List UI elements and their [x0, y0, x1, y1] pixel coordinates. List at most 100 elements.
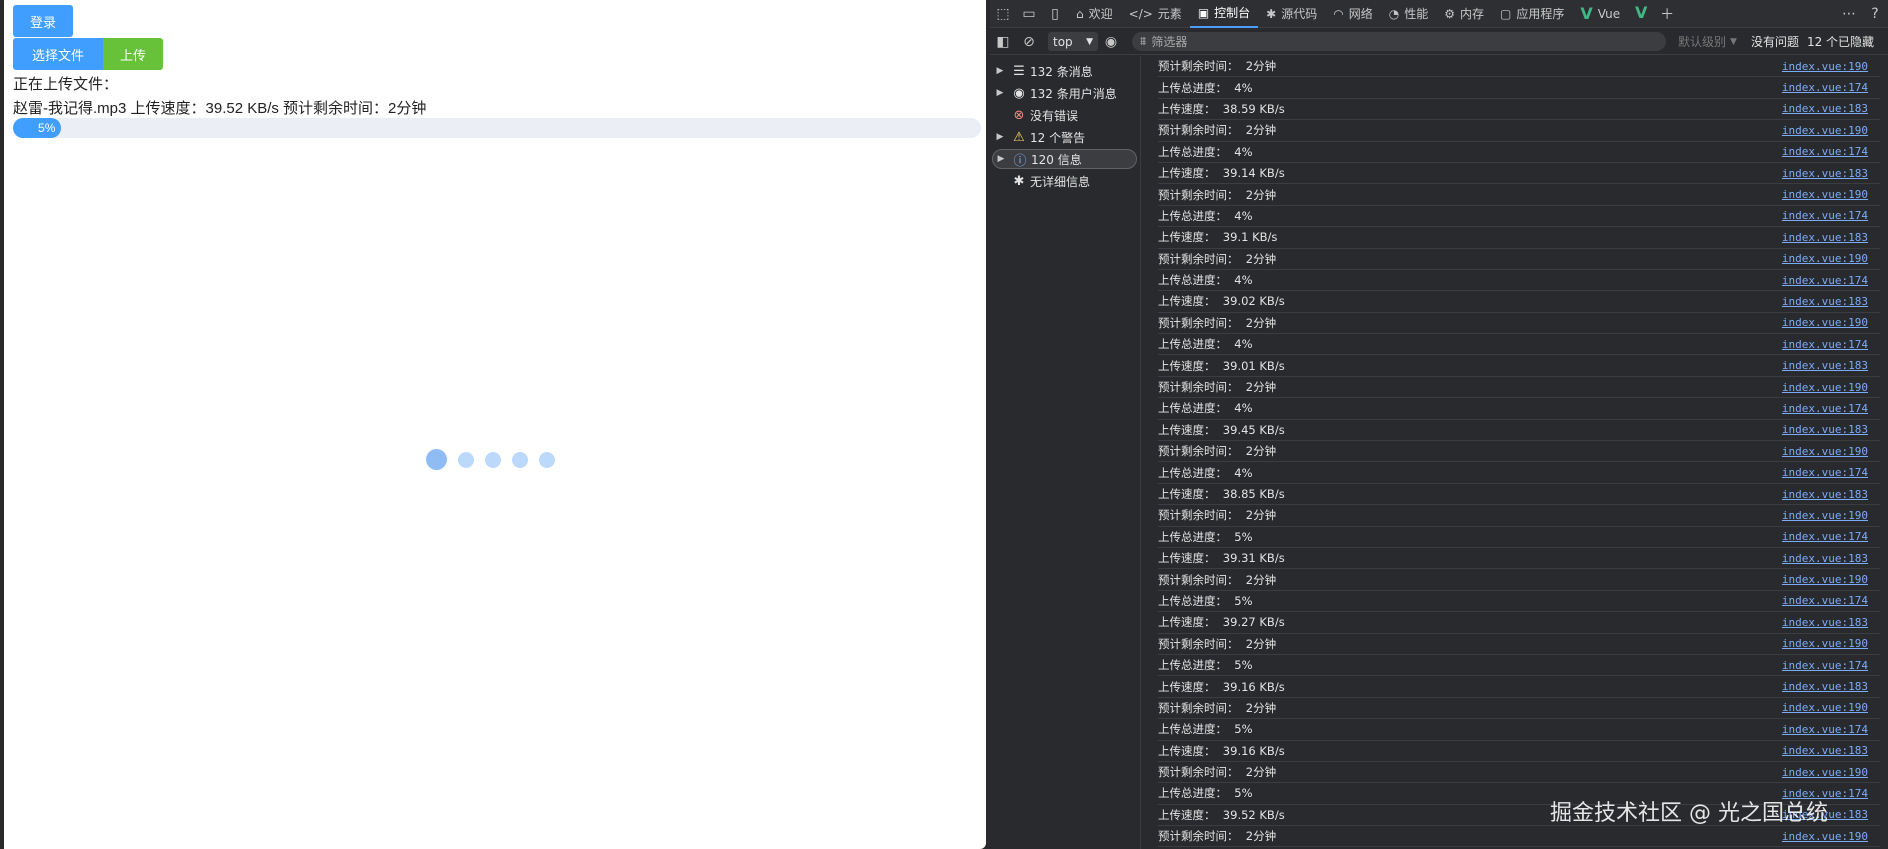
chevron-down-icon: ▼ — [1730, 36, 1737, 47]
tab-label: 控制台 — [1214, 6, 1251, 20]
log-row: 上传速度： 39.45 KB/s index.vue:183 — [1158, 420, 1880, 442]
log-source-link[interactable]: index.vue:183 — [1782, 680, 1868, 693]
log-source-link[interactable]: index.vue:174 — [1782, 402, 1868, 415]
log-source-link[interactable]: index.vue:190 — [1782, 573, 1868, 586]
clear-console-icon[interactable]: ⊘ — [1016, 29, 1042, 55]
log-source-link[interactable]: index.vue:174 — [1782, 338, 1868, 351]
log-source-link[interactable]: index.vue:190 — [1782, 637, 1868, 650]
eye-icon[interactable]: ◉ — [1098, 29, 1124, 55]
upload-button[interactable]: 上传 — [103, 38, 163, 70]
log-message: 上传速度： 39.52 KB/s — [1158, 807, 1285, 822]
memory-icon: ⚙ — [1444, 6, 1456, 21]
progress-fill: 5% — [13, 118, 62, 138]
sidebar-item-error[interactable]: ⊗ 没有错误 — [992, 105, 1137, 125]
sidebar-item-info[interactable]: ▶ ⓘ 120 信息 — [992, 149, 1137, 169]
tab-vue[interactable]: V Vue — [1572, 0, 1628, 28]
tab-label: 网络 — [1348, 7, 1373, 21]
log-source-link[interactable]: index.vue:174 — [1782, 659, 1868, 672]
more-icon[interactable]: ⋯ — [1836, 1, 1862, 27]
log-source-link[interactable]: index.vue:183 — [1782, 231, 1868, 244]
log-source-link[interactable]: index.vue:174 — [1782, 530, 1868, 543]
log-row: 预计剩余时间： 2分钟 index.vue:190 — [1158, 698, 1880, 720]
log-source-link[interactable]: index.vue:174 — [1782, 594, 1868, 607]
log-source-link[interactable]: index.vue:183 — [1782, 488, 1868, 501]
log-message: 上传速度： 39.01 KB/s — [1158, 358, 1285, 373]
log-source-link[interactable]: index.vue:174 — [1782, 723, 1868, 736]
tab-wifi[interactable]: ◠ 网络 — [1325, 0, 1381, 28]
log-source-link[interactable]: index.vue:183 — [1782, 616, 1868, 629]
log-source-link[interactable]: index.vue:183 — [1782, 423, 1868, 436]
log-source-link[interactable]: index.vue:190 — [1782, 509, 1868, 522]
dock-icon[interactable]: ▯ — [1042, 1, 1068, 27]
add-tab-icon[interactable]: ＋ — [1654, 1, 1680, 27]
sidebar-item-list[interactable]: ▶ ☰ 132 条消息 — [992, 61, 1137, 81]
log-source-link[interactable]: index.vue:183 — [1782, 167, 1868, 180]
sidebar-item-warning[interactable]: ▶ ⚠ 12 个警告 — [992, 127, 1137, 147]
performance-icon: ◔ — [1388, 6, 1400, 21]
log-row: 上传总进度： 4% index.vue:174 — [1158, 398, 1880, 420]
log-source-link[interactable]: index.vue:183 — [1782, 744, 1868, 757]
log-message: 预计剩余时间： 2分钟 — [1158, 380, 1277, 395]
log-message: 上传总进度： 4% — [1158, 337, 1253, 352]
tab-code[interactable]: </> 元素 — [1121, 0, 1190, 28]
login-button[interactable]: 登录 — [13, 5, 73, 37]
log-source-link[interactable]: index.vue:174 — [1782, 466, 1868, 479]
device-toggle-icon[interactable]: ▭ — [1016, 1, 1042, 27]
log-source-link[interactable]: index.vue:183 — [1782, 359, 1868, 372]
log-message: 预计剩余时间： 2分钟 — [1158, 700, 1277, 715]
app-page: 登录 选择文件 上传 正在上传文件： 赵雷-我记得.mp3 上传速度：39.52… — [0, 0, 986, 849]
tab-label: 内存 — [1460, 7, 1485, 21]
log-source-link[interactable]: index.vue:190 — [1782, 188, 1868, 201]
log-source-link[interactable]: index.vue:190 — [1782, 252, 1868, 265]
log-message: 上传总进度： 5% — [1158, 722, 1253, 737]
level-label: 默认级别 — [1678, 35, 1727, 49]
log-source-link[interactable]: index.vue:190 — [1782, 701, 1868, 714]
log-source-link[interactable]: index.vue:190 — [1782, 381, 1868, 394]
vue-icon[interactable]: V — [1628, 0, 1654, 26]
tab-performance[interactable]: ◔ 性能 — [1381, 0, 1437, 28]
log-source-link[interactable]: index.vue:174 — [1782, 274, 1868, 287]
context-select[interactable]: top ▼ — [1048, 32, 1098, 51]
tab-label: Vue — [1597, 6, 1621, 21]
bug-icon: ✱ — [1013, 173, 1025, 189]
log-source-link[interactable]: index.vue:174 — [1782, 81, 1868, 94]
hidden-count: 12 个已隐藏 — [1806, 35, 1875, 49]
log-source-link[interactable]: index.vue:190 — [1782, 830, 1868, 843]
log-message: 上传总进度： 5% — [1158, 658, 1253, 673]
log-source-link[interactable]: index.vue:190 — [1782, 124, 1868, 137]
log-source-link[interactable]: index.vue:190 — [1782, 766, 1868, 779]
log-source-link[interactable]: index.vue:183 — [1782, 295, 1868, 308]
tab-memory[interactable]: ⚙ 内存 — [1436, 0, 1492, 28]
tab-bug[interactable]: ✱ 源代码 — [1258, 0, 1325, 28]
code-icon: </> — [1128, 6, 1153, 21]
sidebar-item-user[interactable]: ▶ ◉ 132 条用户消息 — [992, 83, 1137, 103]
log-source-link[interactable]: index.vue:190 — [1782, 445, 1868, 458]
sidebar-item-bug[interactable]: ✱ 无详细信息 — [992, 171, 1137, 191]
help-icon[interactable]: ? — [1862, 1, 1888, 27]
log-message: 预计剩余时间： 2分钟 — [1158, 636, 1277, 651]
sidebar-toggle-icon[interactable]: ◧ — [990, 29, 1016, 55]
log-source-link[interactable]: index.vue:183 — [1782, 552, 1868, 565]
tab-home[interactable]: ⌂ 欢迎 — [1068, 0, 1121, 28]
log-row: 上传速度： 39.14 KB/s index.vue:183 — [1158, 163, 1880, 185]
log-source-link[interactable]: index.vue:183 — [1782, 102, 1868, 115]
log-message: 上传总进度： 5% — [1158, 593, 1253, 608]
log-row: 上传总进度： 4% index.vue:174 — [1158, 206, 1880, 228]
bug-icon: ✱ — [1266, 6, 1277, 21]
inspect-icon[interactable]: ⬚ — [990, 1, 1016, 27]
issues-count[interactable]: 没有问题 — [1751, 33, 1799, 50]
tab-application[interactable]: ▢ 应用程序 — [1492, 0, 1572, 28]
log-source-link[interactable]: index.vue:190 — [1782, 60, 1868, 73]
log-row: 上传总进度： 5% index.vue:174 — [1158, 591, 1880, 613]
log-message: 上传总进度： 4% — [1158, 208, 1253, 223]
choose-file-button[interactable]: 选择文件 — [13, 38, 103, 70]
log-source-link[interactable]: index.vue:174 — [1782, 145, 1868, 158]
tab-console[interactable]: ▣ 控制台 — [1189, 0, 1259, 28]
filter-input[interactable]: ⩩ 筛选器 — [1132, 32, 1666, 51]
loading-dot — [426, 449, 447, 470]
log-row: 上传总进度： 5% index.vue:174 — [1158, 527, 1880, 548]
log-message: 预计剩余时间： 2分钟 — [1158, 765, 1277, 780]
log-source-link[interactable]: index.vue:174 — [1782, 209, 1868, 222]
level-select[interactable]: 默认级别 ▼ — [1678, 33, 1737, 50]
log-source-link[interactable]: index.vue:190 — [1782, 316, 1868, 329]
